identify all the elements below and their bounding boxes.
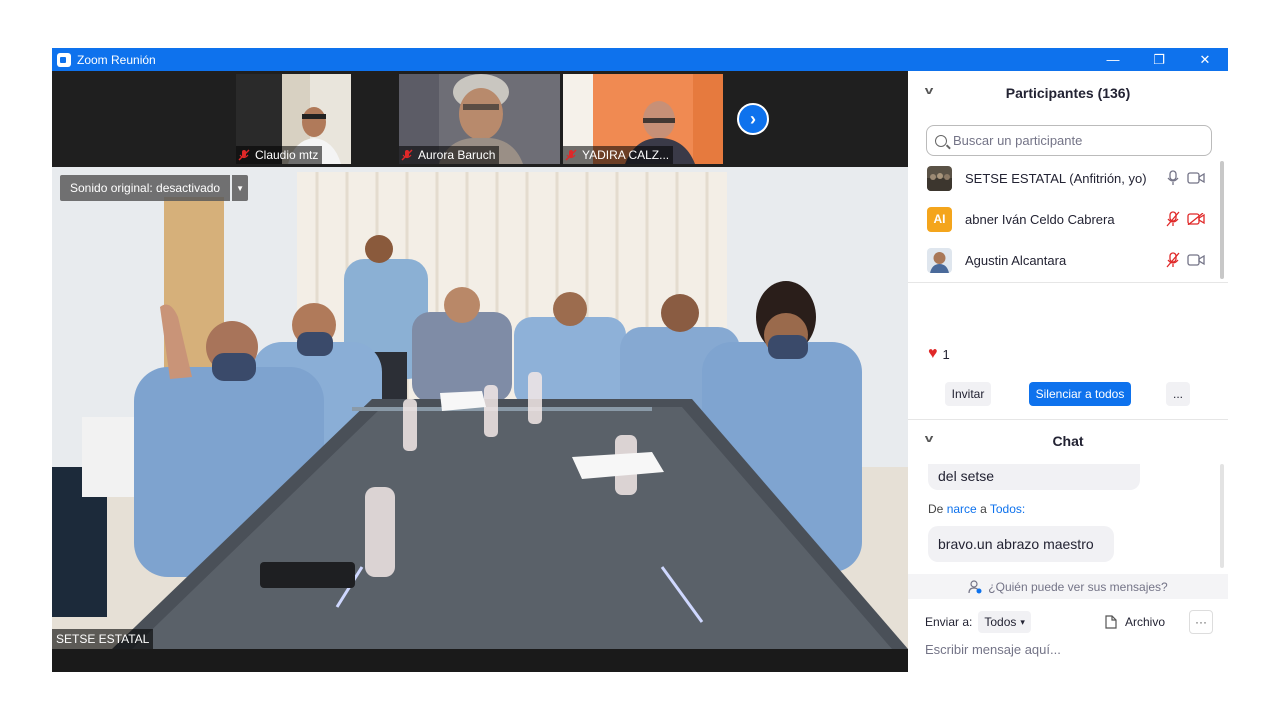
group-photo-avatar — [927, 165, 952, 191]
divider — [908, 282, 1228, 283]
close-button[interactable]: ✕ — [1182, 48, 1228, 71]
chat-messages: del setse De narce a Todos: bravo.un abr… — [908, 464, 1228, 574]
file-icon — [1105, 615, 1117, 629]
active-speaker-video[interactable]: Sonido original: desactivado ▼ SETSE EST… — [52, 167, 908, 649]
participant-row[interactable]: Agustin Alcantara — [908, 240, 1228, 280]
chat-message-header: De narce a Todos: — [928, 502, 1026, 516]
chat-more-button[interactable]: ··· — [1189, 610, 1213, 634]
participant-name: Agustin Alcantara — [965, 252, 1067, 268]
chat-sender[interactable]: narce — [947, 502, 977, 516]
chat-title: Chat — [1052, 433, 1084, 449]
avatar — [927, 165, 952, 191]
side-panel: v Participantes (136) Buscar un particip… — [908, 71, 1228, 672]
more-options-button[interactable]: ... — [1166, 382, 1190, 406]
thumbnail-name-label: YADIRA CALZ... — [563, 146, 674, 164]
participant-row[interactable]: SETSE ESTATAL (Anfitrión, yo) — [908, 158, 1228, 198]
restore-button[interactable]: ❐ — [1136, 48, 1182, 71]
search-icon — [935, 134, 947, 147]
mic-muted-icon — [401, 149, 413, 161]
original-sound-toggle[interactable]: Sonido original: desactivado — [60, 175, 231, 201]
portrait-avatar — [927, 247, 952, 273]
invite-button[interactable]: Invitar — [945, 382, 991, 406]
speaker-name-label: SETSE ESTATAL — [52, 629, 154, 649]
avatar: AI — [927, 206, 952, 232]
chevron-right-icon: › — [750, 108, 756, 129]
original-sound-control: Sonido original: desactivado ▼ — [60, 175, 249, 201]
next-page-button[interactable]: › — [737, 103, 769, 135]
chat-recipient: Todos: — [989, 502, 1026, 516]
window-title: Zoom Reunión — [77, 52, 156, 67]
chat-message-input[interactable]: Escribir mensaje aquí... — [925, 642, 1061, 657]
participant-name: SETSE ESTATAL (Anfitrión, yo) — [965, 170, 1147, 186]
mic-muted-icon[interactable] — [1166, 211, 1180, 227]
zoom-app-icon — [57, 52, 71, 67]
video-off-icon[interactable] — [1187, 213, 1205, 225]
thumbnail-name-label: Claudio mtz — [236, 146, 323, 164]
reaction-count: 1 — [942, 346, 950, 362]
avatar — [927, 247, 952, 273]
window-controls: — ❐ ✕ — [1090, 48, 1228, 71]
chevron-down-icon[interactable]: v — [925, 433, 934, 445]
chat-message: del setse — [928, 464, 1140, 490]
minimize-button[interactable]: — — [1090, 48, 1136, 71]
video-area: Claudio mtz Aurora Baruch YADIRA CALZ...… — [52, 71, 908, 672]
mic-icon[interactable] — [1166, 170, 1180, 186]
chat-message: bravo.un abrazo maestro — [928, 526, 1114, 562]
mic-muted-icon[interactable] — [1166, 252, 1180, 268]
thumbnail-name-label: Aurora Baruch — [399, 146, 500, 164]
user-visibility-icon — [968, 579, 982, 593]
chevron-down-icon: ▾ — [1020, 616, 1025, 627]
thumbnail-strip: Claudio mtz Aurora Baruch YADIRA CALZ...… — [52, 71, 908, 167]
send-to-select[interactable]: Todos ▾ — [978, 611, 1031, 633]
participants-title: Participantes (136) — [1005, 85, 1131, 101]
video-thumbnail[interactable]: Claudio mtz — [236, 74, 351, 164]
original-sound-dropdown[interactable]: ▼ — [232, 175, 249, 201]
mic-muted-icon — [565, 149, 577, 161]
participant-search-input[interactable]: Buscar un participante — [926, 125, 1212, 156]
video-bottom-bar — [52, 649, 908, 672]
participant-row[interactable]: AI abner Iván Celdo Cabrera — [908, 199, 1228, 239]
video-camera-icon[interactable] — [1187, 172, 1205, 184]
participant-name: abner Iván Celdo Cabrera — [965, 211, 1115, 227]
chat-scrollbar[interactable] — [1220, 464, 1224, 568]
search-placeholder: Buscar un participante — [953, 133, 1083, 148]
chevron-down-icon[interactable]: v — [925, 85, 934, 97]
speaker-video-feed — [52, 167, 908, 649]
video-camera-icon[interactable] — [1187, 254, 1205, 266]
heart-icon: ♥ — [928, 345, 938, 362]
title-bar: Zoom Reunión — ❐ ✕ — [52, 48, 1228, 71]
caret-down-icon: ▼ — [236, 183, 245, 193]
video-thumbnail[interactable]: YADIRA CALZ... — [563, 74, 723, 164]
mute-all-button[interactable]: Silenciar a todos — [1029, 382, 1131, 406]
mic-muted-icon — [238, 149, 250, 161]
video-thumbnail[interactable]: Aurora Baruch — [399, 74, 560, 164]
send-to-row: Enviar a: Todos ▾ Archivo ··· — [925, 610, 1215, 634]
send-to-label: Enviar a: — [925, 615, 973, 629]
participants-header: v Participantes (136) — [908, 71, 1228, 115]
participants-scrollbar[interactable] — [1220, 161, 1224, 279]
file-button[interactable]: Archivo — [1105, 615, 1165, 629]
chat-header: v Chat — [908, 419, 1228, 463]
participant-list: SETSE ESTATAL (Anfitrión, yo) AI abner I… — [908, 158, 1228, 282]
who-can-see-messages[interactable]: ¿Quién puede ver sus mensajes? — [908, 574, 1228, 599]
zoom-window: Zoom Reunión — ❐ ✕ Claudio mtz Aurora Ba… — [52, 48, 1228, 672]
reaction-summary: ♥ 1 — [928, 345, 950, 363]
